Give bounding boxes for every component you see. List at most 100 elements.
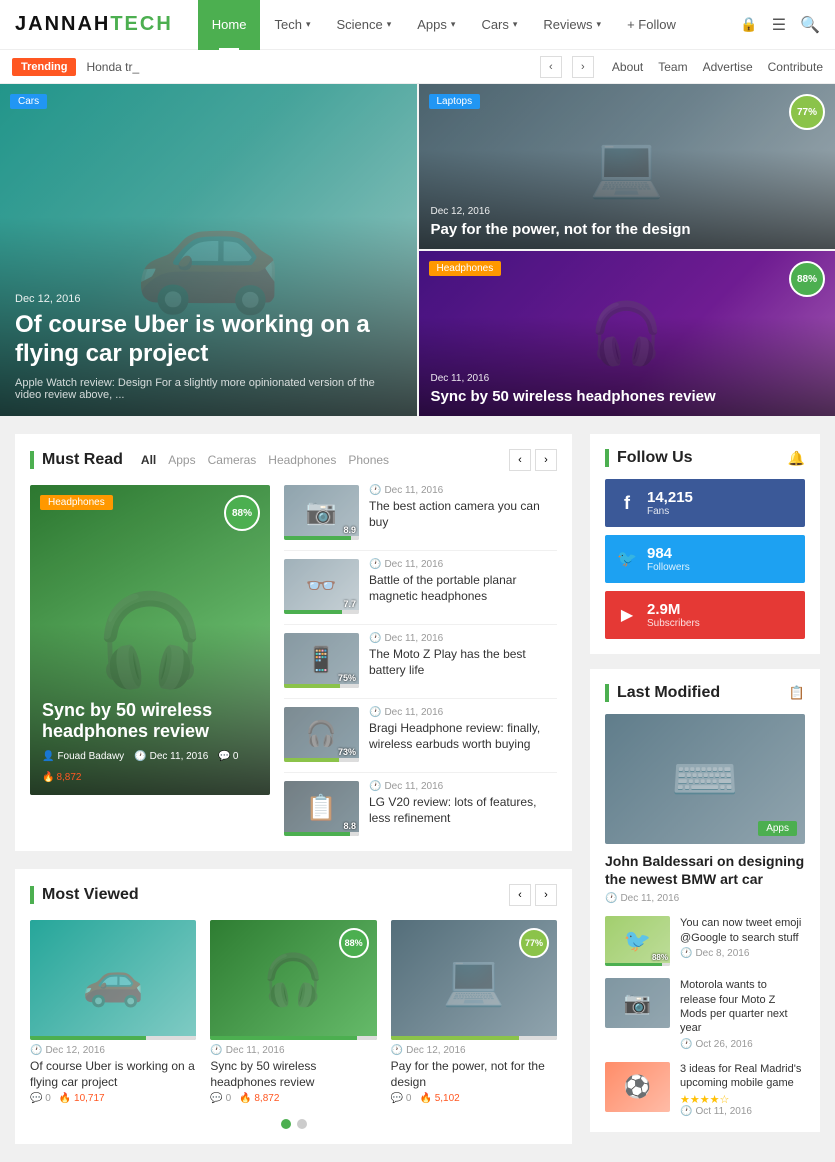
lm-item-title: Motorola wants to release four Moto Z Mo… <box>680 978 805 1035</box>
featured-meta: 👤 Fouad Badawy 🕐 Dec 11, 2016 💬 0 <box>42 751 258 783</box>
nav-cars[interactable]: Cars▾ <box>469 0 529 50</box>
mv-score: 88% <box>339 928 369 958</box>
nav-apps[interactable]: Apps▾ <box>405 0 467 50</box>
lm-info: You can now tweet emoji @Google to searc… <box>680 916 805 966</box>
tab-cameras[interactable]: Cameras <box>208 453 257 467</box>
most-viewed-prev[interactable]: ‹ <box>509 884 531 906</box>
hero-main-badge: Cars <box>10 94 47 109</box>
nav-reviews[interactable]: Reviews▾ <box>531 0 613 50</box>
mv-date: 🕐 Dec 11, 2016 <box>210 1045 376 1056</box>
hero-tr-content: Dec 12, 2016 Pay for the power, not for … <box>419 196 835 249</box>
article-item[interactable]: 📱 75% 🕐 Dec 11, 2016 The Moto Z Pla <box>284 633 557 699</box>
most-viewed-title: Most Viewed <box>30 886 139 904</box>
youtube-icon: ▶ <box>617 605 637 625</box>
trending-text: Honda tr_ <box>86 60 529 74</box>
section-bar <box>30 451 34 469</box>
mv-item[interactable]: 🚗 🕐 Dec 12, 2016 Of course Uber is worki… <box>30 920 196 1104</box>
mv-meta: 💬 0 🔥 10,717 <box>30 1093 196 1104</box>
article-info: 🕐 Dec 11, 2016 The best action camera yo… <box>369 485 557 540</box>
nav-science[interactable]: Science▾ <box>324 0 403 50</box>
hero-main-content: Dec 12, 2016 Of course Uber is working o… <box>0 278 417 416</box>
lm-item[interactable]: 📷 Motorola wants to release four Moto Z … <box>605 978 805 1049</box>
link-about[interactable]: About <box>612 60 643 74</box>
tab-headphones[interactable]: Headphones <box>268 453 336 467</box>
must-read-nav: ‹ › <box>509 449 557 471</box>
must-read-grid: 🎧 Headphones 88% Sync by 50 wireless hea… <box>30 485 557 836</box>
article-title: LG V20 review: lots of features, less re… <box>369 795 557 826</box>
featured-comments: 💬 0 <box>218 751 238 762</box>
follow-title: Follow Us <box>605 449 693 467</box>
most-viewed-next[interactable]: › <box>535 884 557 906</box>
youtube-count: 2.9M <box>647 601 793 618</box>
featured-author: 👤 Fouad Badawy <box>42 751 124 762</box>
hero-main-date: Dec 12, 2016 <box>15 293 402 305</box>
nav-follow[interactable]: + Follow <box>615 0 688 50</box>
menu-icon[interactable]: ☰ <box>772 15 786 35</box>
facebook-icon: f <box>617 493 637 514</box>
article-date: 🕐 Dec 11, 2016 <box>369 633 557 644</box>
twitter-count: 984 <box>647 545 793 562</box>
mv-item[interactable]: 💻 77% 🕐 Dec 12, 2016 Pay for the power, … <box>391 920 557 1104</box>
dot-2[interactable] <box>297 1119 307 1129</box>
hero-top-right[interactable]: 💻 Laptops 77% Dec 12, 2016 Pay for the p… <box>419 84 835 249</box>
link-advertise[interactable]: Advertise <box>703 60 753 74</box>
article-item[interactable]: 📋 8.8 🕐 Dec 11, 2016 LG V20 review: <box>284 781 557 836</box>
social-youtube[interactable]: ▶ 2.9M Subscribers <box>605 591 805 639</box>
article-thumb: 📱 75% <box>284 633 359 688</box>
featured-article[interactable]: 🎧 Headphones 88% Sync by 50 wireless hea… <box>30 485 270 795</box>
twitter-label: Followers <box>647 562 793 573</box>
facebook-count: 14,215 <box>647 489 793 506</box>
trending-prev[interactable]: ‹ <box>540 56 562 78</box>
lm-list: 🐦 88% You can now tweet emoji @Google to… <box>605 916 805 1117</box>
hero-main[interactable]: 🚗 Cars Dec 12, 2016 Of course Uber is wo… <box>0 84 417 416</box>
article-item[interactable]: 🎧 73% 🕐 Dec 11, 2016 Bragi Headphon <box>284 707 557 773</box>
article-thumb: 📷 8.9 <box>284 485 359 540</box>
must-read-prev[interactable]: ‹ <box>509 449 531 471</box>
must-read-section: Must Read All Apps Cameras Headphones Ph… <box>15 434 572 851</box>
social-twitter[interactable]: 🐦 984 Followers <box>605 535 805 583</box>
featured-views: 🔥 8,872 <box>42 772 81 783</box>
logo[interactable]: JANNAHTECH <box>15 13 173 36</box>
hero-section: 🚗 Cars Dec 12, 2016 Of course Uber is wo… <box>0 84 835 416</box>
link-contribute[interactable]: Contribute <box>768 60 823 74</box>
social-facebook[interactable]: f 14,215 Fans <box>605 479 805 527</box>
lm-item[interactable]: ⚽ 3 ideas for Real Madrid's upcoming mob… <box>605 1062 805 1118</box>
lm-featured[interactable]: ⌨️ Apps John Baldessari on designing the… <box>605 714 805 904</box>
lm-item-date: 🕐 Dec 8, 2016 <box>680 948 805 959</box>
tab-all[interactable]: All <box>141 453 156 467</box>
hero-tr-badge: Laptops <box>429 94 481 109</box>
link-team[interactable]: Team <box>658 60 687 74</box>
facebook-label: Fans <box>647 506 793 517</box>
mv-title: Of course Uber is working on a flying ca… <box>30 1059 196 1090</box>
hero-main-title: Of course Uber is working on a flying ca… <box>15 311 402 369</box>
lm-item[interactable]: 🐦 88% You can now tweet emoji @Google to… <box>605 916 805 966</box>
most-viewed-grid: 🚗 🕐 Dec 12, 2016 Of course Uber is worki… <box>30 920 557 1104</box>
featured-date: 🕐 Dec 11, 2016 <box>134 751 208 762</box>
section-bar2 <box>30 886 34 904</box>
must-read-next[interactable]: › <box>535 449 557 471</box>
mv-item[interactable]: 🎧 88% 🕐 Dec 11, 2016 Sync by 50 wireless… <box>210 920 376 1104</box>
article-item[interactable]: 📷 8.9 🕐 Dec 11, 2016 The best actio <box>284 485 557 551</box>
article-item[interactable]: 👓 7.7 🕐 Dec 11, 2016 Battle of the <box>284 559 557 625</box>
follow-section: Follow Us 🔔 f 14,215 Fans 🐦 984 Follower… <box>590 434 820 654</box>
dot-1[interactable] <box>281 1119 291 1129</box>
search-icon[interactable]: 🔍 <box>800 15 820 35</box>
article-thumb: 👓 7.7 <box>284 559 359 614</box>
article-date: 🕐 Dec 11, 2016 <box>369 485 557 496</box>
logo-tech: TECH <box>110 13 172 35</box>
articles-list: 📷 8.9 🕐 Dec 11, 2016 The best actio <box>284 485 557 836</box>
most-viewed-header: Most Viewed ‹ › <box>30 884 557 906</box>
mv-score: 77% <box>519 928 549 958</box>
hero-bl-date: Dec 11, 2016 <box>431 373 824 384</box>
tab-phones[interactable]: Phones <box>348 453 389 467</box>
trending-next[interactable]: › <box>572 56 594 78</box>
tab-apps[interactable]: Apps <box>168 453 195 467</box>
lock-icon[interactable]: 🔒 <box>740 16 757 33</box>
trending-links: About Team Advertise Contribute <box>612 60 823 74</box>
left-column: Must Read All Apps Cameras Headphones Ph… <box>15 434 572 1144</box>
article-date: 🕐 Dec 11, 2016 <box>369 559 557 570</box>
nav-home[interactable]: Home <box>198 0 261 50</box>
nav-tech[interactable]: Tech▾ <box>262 0 322 50</box>
article-info: 🕐 Dec 11, 2016 Bragi Headphone review: f… <box>369 707 557 762</box>
hero-bottom-left[interactable]: 🎧 Headphones 88% Dec 11, 2016 Sync by 50… <box>419 251 835 416</box>
